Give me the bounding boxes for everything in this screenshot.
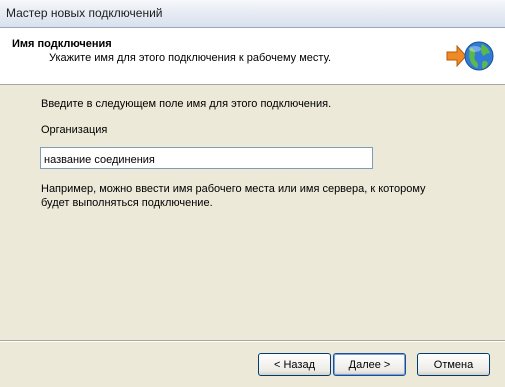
organization-input[interactable] bbox=[40, 147, 373, 169]
next-button[interactable]: Далее > bbox=[333, 353, 406, 376]
wizard-content: Введите в следующем поле имя для этого п… bbox=[0, 85, 505, 340]
cancel-button[interactable]: Отмена bbox=[417, 353, 490, 376]
intro-text: Введите в следующем поле имя для этого п… bbox=[41, 98, 332, 110]
organization-label: Организация bbox=[41, 124, 108, 136]
wizard-header: Имя подключения Укажите имя для этого по… bbox=[0, 28, 505, 85]
network-globe-icon bbox=[446, 41, 494, 71]
hint-text: Например, можно ввести имя рабочего мест… bbox=[41, 183, 426, 209]
button-divider bbox=[0, 340, 505, 342]
title-bar[interactable]: Мастер новых подключений bbox=[0, 0, 505, 28]
back-button[interactable]: < Назад bbox=[258, 353, 331, 376]
window-title: Мастер новых подключений bbox=[6, 6, 163, 20]
header-subtitle: Укажите имя для этого подключения к рабо… bbox=[49, 52, 332, 64]
header-title: Имя подключения bbox=[12, 38, 112, 50]
wizard-window: Мастер новых подключений Имя подключения… bbox=[0, 0, 505, 387]
